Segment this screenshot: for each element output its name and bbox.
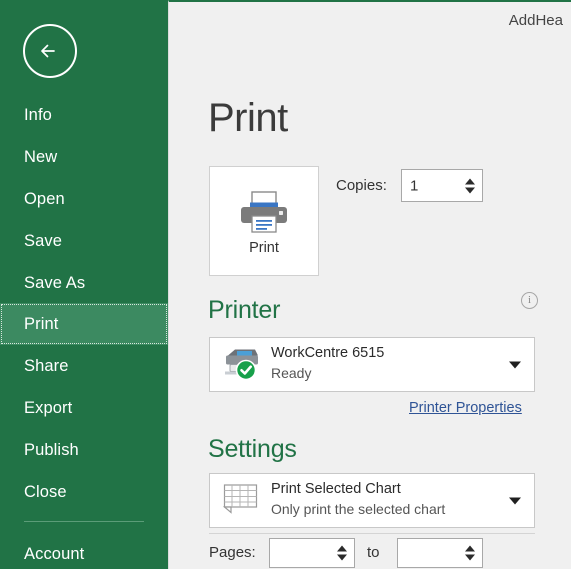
chevron-down-icon[interactable] bbox=[465, 554, 475, 561]
sidebar-item-label: Export bbox=[24, 398, 73, 417]
copies-label: Copies: bbox=[336, 177, 387, 194]
copies-stepper-arrows[interactable] bbox=[465, 178, 475, 193]
sidebar-item-share[interactable]: Share bbox=[0, 345, 168, 387]
chevron-down-icon[interactable] bbox=[337, 554, 347, 561]
sidebar-item-label: Account bbox=[24, 544, 85, 563]
page-title: Print bbox=[208, 96, 288, 140]
print-pane: AddHea Print Print Copies: 1 Printer i W… bbox=[168, 0, 571, 569]
print-scope-name: Print Selected Chart bbox=[271, 481, 401, 497]
settings-section-heading: Settings bbox=[208, 435, 297, 463]
chevron-down-icon[interactable] bbox=[509, 361, 521, 368]
sidebar-item-label: Save bbox=[24, 231, 63, 250]
sidebar-item-label: New bbox=[24, 147, 58, 166]
sidebar-item-save-as[interactable]: Save As bbox=[0, 262, 168, 304]
backstage-sidebar: Info New Open Save Save As Print Share E… bbox=[0, 0, 168, 569]
sidebar-item-label: Save As bbox=[24, 273, 86, 292]
sidebar-item-label: Info bbox=[24, 105, 52, 124]
printer-device-icon bbox=[222, 344, 262, 385]
pages-label: Pages: bbox=[209, 544, 256, 561]
printer-select-text: WorkCentre 6515 Ready bbox=[271, 345, 498, 381]
chevron-down-icon[interactable] bbox=[465, 187, 475, 193]
print-scope-description: Only print the selected chart bbox=[271, 501, 446, 517]
sidebar-item-save[interactable]: Save bbox=[0, 220, 168, 262]
copies-stepper[interactable]: 1 bbox=[401, 169, 483, 202]
pages-to-label: to bbox=[367, 544, 380, 561]
sidebar-item-info[interactable]: Info bbox=[0, 94, 168, 136]
printer-properties-link[interactable]: Printer Properties bbox=[409, 400, 522, 416]
backstage-print-screen: Info New Open Save Save As Print Share E… bbox=[0, 0, 571, 569]
pages-to-stepper[interactable] bbox=[397, 538, 483, 568]
printer-icon bbox=[238, 189, 290, 240]
worksheet-grid-icon bbox=[222, 481, 260, 520]
print-button[interactable]: Print bbox=[209, 166, 319, 276]
chevron-up-icon[interactable] bbox=[337, 545, 347, 552]
pages-from-stepper[interactable] bbox=[269, 538, 355, 568]
print-button-label: Print bbox=[249, 240, 279, 256]
chevron-up-icon[interactable] bbox=[465, 178, 475, 184]
sidebar-item-new[interactable]: New bbox=[0, 136, 168, 178]
sidebar-item-label: Publish bbox=[24, 440, 79, 459]
pages-from-stepper-arrows[interactable] bbox=[337, 545, 347, 561]
sidebar-item-print[interactable]: Print bbox=[0, 303, 168, 345]
back-arrow-icon[interactable] bbox=[23, 24, 77, 78]
window-title: AddHea bbox=[508, 12, 563, 29]
sidebar-item-close[interactable]: Close bbox=[0, 471, 168, 513]
printer-status: Ready bbox=[271, 365, 312, 381]
sidebar-item-label: Share bbox=[24, 356, 69, 375]
sidebar-item-open[interactable]: Open bbox=[0, 178, 168, 220]
chevron-up-icon[interactable] bbox=[465, 545, 475, 552]
printer-section-heading: Printer bbox=[208, 296, 281, 324]
sidebar-item-export[interactable]: Export bbox=[0, 387, 168, 429]
copies-value: 1 bbox=[410, 177, 419, 194]
printer-name: WorkCentre 6515 bbox=[271, 345, 385, 361]
sidebar-divider bbox=[24, 521, 144, 522]
sidebar-item-label: Open bbox=[24, 189, 65, 208]
pages-to-stepper-arrows[interactable] bbox=[465, 545, 475, 561]
chevron-down-icon[interactable] bbox=[509, 497, 521, 504]
print-scope-text: Print Selected Chart Only print the sele… bbox=[271, 481, 498, 517]
print-scope-select[interactable]: Print Selected Chart Only print the sele… bbox=[209, 473, 535, 528]
info-icon[interactable]: i bbox=[521, 292, 538, 309]
sidebar-item-publish[interactable]: Publish bbox=[0, 429, 168, 471]
sidebar-item-label: Print bbox=[24, 314, 59, 333]
settings-divider bbox=[209, 533, 535, 534]
sidebar-item-account[interactable]: Account bbox=[0, 533, 168, 569]
sidebar-item-label: Close bbox=[24, 482, 67, 501]
printer-select[interactable]: WorkCentre 6515 Ready bbox=[209, 337, 535, 392]
